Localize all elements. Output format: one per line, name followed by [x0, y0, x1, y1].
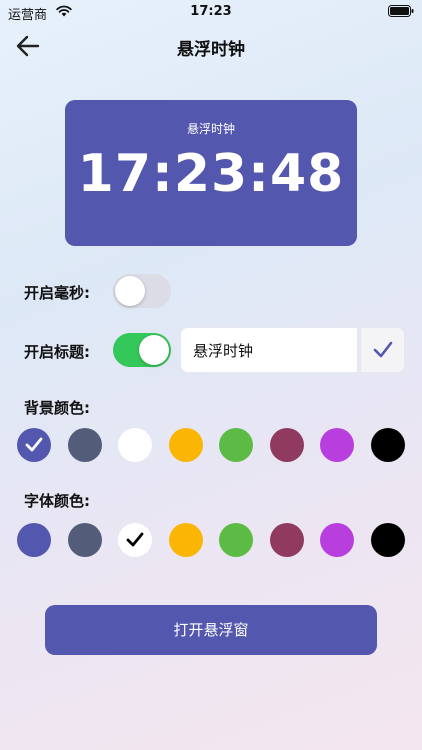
color-swatch[interactable] [270, 523, 304, 557]
color-swatch[interactable] [169, 523, 203, 557]
clock-title: 悬浮时钟 [186, 122, 235, 136]
page-title: 悬浮时钟 [177, 40, 245, 60]
milliseconds-toggle[interactable] [113, 274, 171, 308]
clock-preview: 悬浮时钟 17:23:48 [65, 100, 357, 246]
color-swatch[interactable] [219, 523, 253, 557]
font-color-swatches [0, 523, 422, 557]
color-swatch[interactable] [219, 428, 253, 462]
color-swatch[interactable] [270, 428, 304, 462]
nav-bar: 悬浮时钟 [0, 24, 422, 68]
color-swatch[interactable] [68, 523, 102, 557]
color-swatch[interactable] [17, 428, 51, 462]
color-swatch[interactable] [118, 428, 152, 462]
font-color-label: 字体颜色: [24, 492, 90, 510]
milliseconds-label: 开启毫秒: [24, 284, 90, 302]
show-title-label: 开启标题: [24, 343, 90, 361]
checkmark-icon [373, 341, 393, 358]
color-swatch[interactable] [320, 428, 354, 462]
confirm-title-button[interactable] [360, 327, 405, 373]
color-swatch[interactable] [169, 428, 203, 462]
status-time: 17:23 [190, 4, 232, 19]
background-color-label: 背景颜色: [24, 399, 90, 417]
color-swatch[interactable] [320, 523, 354, 557]
title-input[interactable] [180, 327, 358, 373]
background-color-swatches [0, 428, 422, 462]
clock-time: 17:23:48 [77, 144, 345, 204]
checkmark-icon [126, 532, 144, 547]
status-bar: 运营商 17:23 [0, 0, 422, 24]
battery-icon [388, 5, 414, 17]
color-swatch[interactable] [68, 428, 102, 462]
open-floating-window-button[interactable]: 打开悬浮窗 [45, 605, 377, 655]
show-title-toggle[interactable] [113, 333, 171, 367]
color-swatch[interactable] [17, 523, 51, 557]
toggle-knob [115, 276, 145, 306]
color-swatch[interactable] [118, 523, 152, 557]
toggle-knob [139, 335, 169, 365]
color-swatch[interactable] [371, 523, 405, 557]
color-swatch[interactable] [371, 428, 405, 462]
checkmark-icon [25, 437, 43, 452]
